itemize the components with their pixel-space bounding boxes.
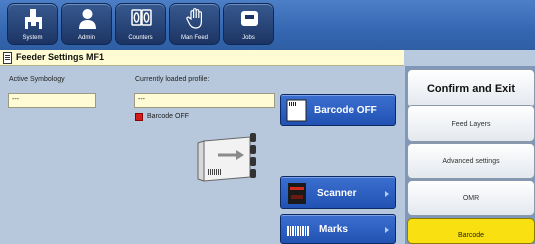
page-title: Feeder Settings MF1 — [16, 52, 105, 62]
system-button[interactable]: System — [7, 3, 58, 45]
status-text: Barcode OFF — [147, 113, 190, 120]
jobs-button[interactable]: Jobs — [223, 3, 274, 45]
hand-icon — [186, 8, 202, 29]
chevron-right-icon — [385, 191, 389, 197]
counters-button-label: Counters — [128, 35, 153, 41]
sidebar-item-barcode[interactable]: Barcode — [407, 218, 535, 244]
barcode-off-button[interactable]: Barcode OFF — [280, 94, 396, 126]
confirm-and-exit-button[interactable]: Confirm and Exit — [407, 69, 535, 108]
marks-barcode-icon — [287, 226, 309, 236]
loaded-profile-label: Currently loaded profile: — [135, 76, 210, 83]
barcode-off-button-label: Barcode OFF — [314, 105, 377, 116]
scanner-button[interactable]: Scanner — [280, 176, 396, 209]
loaded-profile-field: --- — [134, 93, 275, 108]
counters-button[interactable]: Counters — [115, 3, 166, 45]
admin-button-label: Admin — [77, 35, 95, 41]
status-indicator — [135, 113, 143, 121]
sidebar-item-omr[interactable]: OMR — [407, 180, 535, 216]
marks-button[interactable]: Marks — [280, 214, 396, 244]
system-icon — [25, 9, 42, 29]
top-toolbar: System Admin Counters Man Feed Jobs — [0, 0, 535, 50]
admin-icon — [79, 9, 96, 29]
sidebar-item-advanced-settings[interactable]: Advanced settings — [407, 143, 535, 179]
right-panel: Confirm and Exit Feed Layers Advanced se… — [405, 66, 535, 244]
barcode-page-icon — [286, 99, 307, 122]
sidebar-item-feed-layers[interactable]: Feed Layers — [407, 105, 535, 142]
page-header: Feeder Settings MF1 — [0, 50, 404, 66]
scanner-button-label: Scanner — [317, 188, 357, 199]
system-button-label: System — [22, 35, 43, 41]
man-feed-button-label: Man Feed — [180, 35, 208, 41]
admin-button[interactable]: Admin — [61, 3, 112, 45]
marks-button-label: Marks — [319, 224, 348, 235]
main-panel: Active Symbology --- Currently loaded pr… — [0, 67, 404, 244]
jobs-button-label: Jobs — [242, 35, 255, 41]
man-feed-button[interactable]: Man Feed — [169, 3, 220, 45]
document-icon — [3, 52, 12, 64]
scanner-icon — [288, 183, 306, 204]
chevron-right-icon — [385, 227, 389, 233]
active-symbology-field: --- — [8, 93, 96, 108]
counters-icon — [131, 9, 152, 26]
active-symbology-label: Active Symbology — [9, 76, 65, 83]
feeder-machine-icon — [197, 133, 256, 182]
jobs-icon — [241, 11, 258, 26]
